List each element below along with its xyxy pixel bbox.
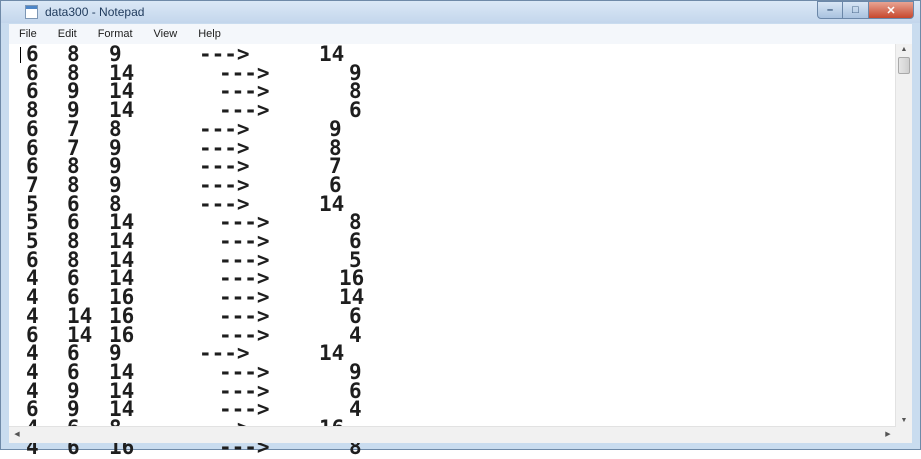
- maximize-button[interactable]: □: [843, 1, 869, 19]
- text-line: 5 6 14 ---> 8: [9, 212, 896, 233]
- menu-help[interactable]: Help: [188, 28, 232, 40]
- text-line: 5 6 8 ---> 14: [9, 191, 896, 216]
- text-line: 4 6 9 ---> 14: [9, 341, 896, 366]
- scroll-down-icon[interactable]: ▼: [896, 415, 912, 427]
- text-line: 6 7 9 ---> 8: [9, 137, 896, 158]
- horizontal-scrollbar[interactable]: ◀ ▶: [9, 426, 896, 443]
- text-line: 4 14 16 ---> 6: [9, 305, 896, 326]
- text-line: 7 8 9 ---> 6: [9, 174, 896, 195]
- notepad-window: data300 - Notepad – □ ✕ File Edit Format…: [0, 0, 921, 457]
- minimize-button[interactable]: –: [817, 1, 843, 19]
- close-button[interactable]: ✕: [869, 1, 914, 19]
- scroll-right-icon[interactable]: ▶: [880, 427, 896, 443]
- text-editor[interactable]: 6 8 9 ---> 14 6 8 14 ---> 9 6 9 14 ---> 8 8 9 14 ---> 6 6 7 8-…: [9, 42, 896, 457]
- menu-view[interactable]: View: [144, 28, 189, 40]
- menu-format[interactable]: Format: [88, 28, 144, 40]
- text-line: 6 8 14 ---> 9: [9, 62, 896, 83]
- scroll-up-icon[interactable]: ▲: [896, 44, 912, 56]
- text-line: 6 9 14 ---> 8: [9, 81, 896, 102]
- line-result: 4: [349, 322, 362, 347]
- line-result: 14: [319, 191, 345, 216]
- menu-bar: File Edit Format View Help: [9, 24, 912, 45]
- text-line: 6 8 9 ---> 7: [9, 156, 896, 177]
- window-controls: – □ ✕: [817, 1, 914, 20]
- line-result: 14: [319, 341, 345, 366]
- notepad-icon[interactable]: [25, 5, 38, 19]
- text-line: 6 9 14 ---> 4: [9, 397, 896, 422]
- line-result: 6: [349, 98, 362, 123]
- window-title: data300 - Notepad: [45, 5, 145, 19]
- title-bar[interactable]: data300 - Notepad – □ ✕: [1, 1, 920, 23]
- line-result: 4: [349, 397, 362, 422]
- vertical-scrollbar[interactable]: ▲ ▼: [895, 44, 912, 427]
- text-line: 6 8 9 ---> 14: [9, 42, 896, 66]
- text-line: 4 9 14 ---> 6: [9, 380, 896, 401]
- scroll-left-icon[interactable]: ◀: [9, 427, 25, 443]
- scroll-thumb[interactable]: [898, 57, 910, 74]
- menu-file[interactable]: File: [9, 28, 48, 40]
- text-line: 6 14 16 ---> 4: [9, 322, 896, 347]
- text-line: 5 8 14 ---> 6: [9, 231, 896, 252]
- text-line: 4 6 16 ---> 14: [9, 287, 896, 308]
- text-line: 8 9 14 ---> 6: [9, 98, 896, 123]
- text-line: 6 7 8 ---> 9: [9, 118, 896, 139]
- menu-edit[interactable]: Edit: [48, 28, 88, 40]
- scrollbar-corner: [896, 427, 912, 443]
- text-line: 4 6 14 ---> 9: [9, 361, 896, 382]
- line-result: 14: [319, 42, 345, 66]
- text-line: 4 6 14 ---> 16: [9, 268, 896, 289]
- text-line: 6 8 14 ---> 5: [9, 249, 896, 270]
